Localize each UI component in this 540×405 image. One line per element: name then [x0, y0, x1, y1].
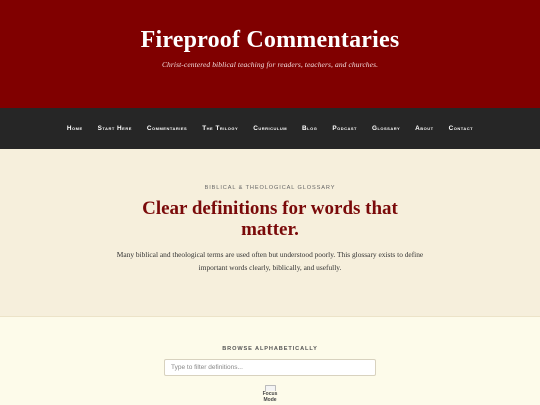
- hero-title: Clear definitions for words that matter.: [142, 198, 398, 240]
- nav-item-start-here[interactable]: Start Here: [98, 125, 132, 132]
- browse-section: Browse Alphabetically Focus Mode: [0, 317, 540, 405]
- nav-item-glossary[interactable]: Glossary: [372, 125, 400, 132]
- nav-item-blog[interactable]: Blog: [302, 125, 317, 132]
- glossary-hero: Biblical & Theological Glossary Clear de…: [0, 149, 540, 317]
- hero-eyebrow: Biblical & Theological Glossary: [204, 185, 336, 191]
- main-nav: Home Start Here Commentaries The Trilogy…: [0, 108, 540, 149]
- nav-item-about[interactable]: About: [415, 125, 433, 132]
- site-tagline: Christ-centered biblical teaching for re…: [161, 60, 379, 69]
- nav-item-the-trilogy[interactable]: The Trilogy: [202, 125, 238, 132]
- nav-item-contact[interactable]: Contact: [449, 125, 473, 132]
- focus-mode-button[interactable]: Focus Mode: [260, 385, 280, 403]
- definition-filter-input[interactable]: [164, 359, 376, 376]
- hero-description: Many biblical and theological terms are …: [116, 250, 424, 272]
- browse-label: Browse Alphabetically: [222, 346, 318, 352]
- nav-item-curriculum[interactable]: Curriculum: [253, 125, 287, 132]
- nav-item-home[interactable]: Home: [67, 125, 83, 132]
- site-title-link[interactable]: Fireproof Commentaries: [141, 27, 400, 53]
- nav-item-podcast[interactable]: Podcast: [332, 125, 357, 132]
- site-header: Fireproof Commentaries Christ-centered b…: [0, 0, 540, 108]
- focus-mode-label: Focus Mode: [262, 391, 278, 403]
- nav-item-commentaries[interactable]: Commentaries: [147, 125, 187, 132]
